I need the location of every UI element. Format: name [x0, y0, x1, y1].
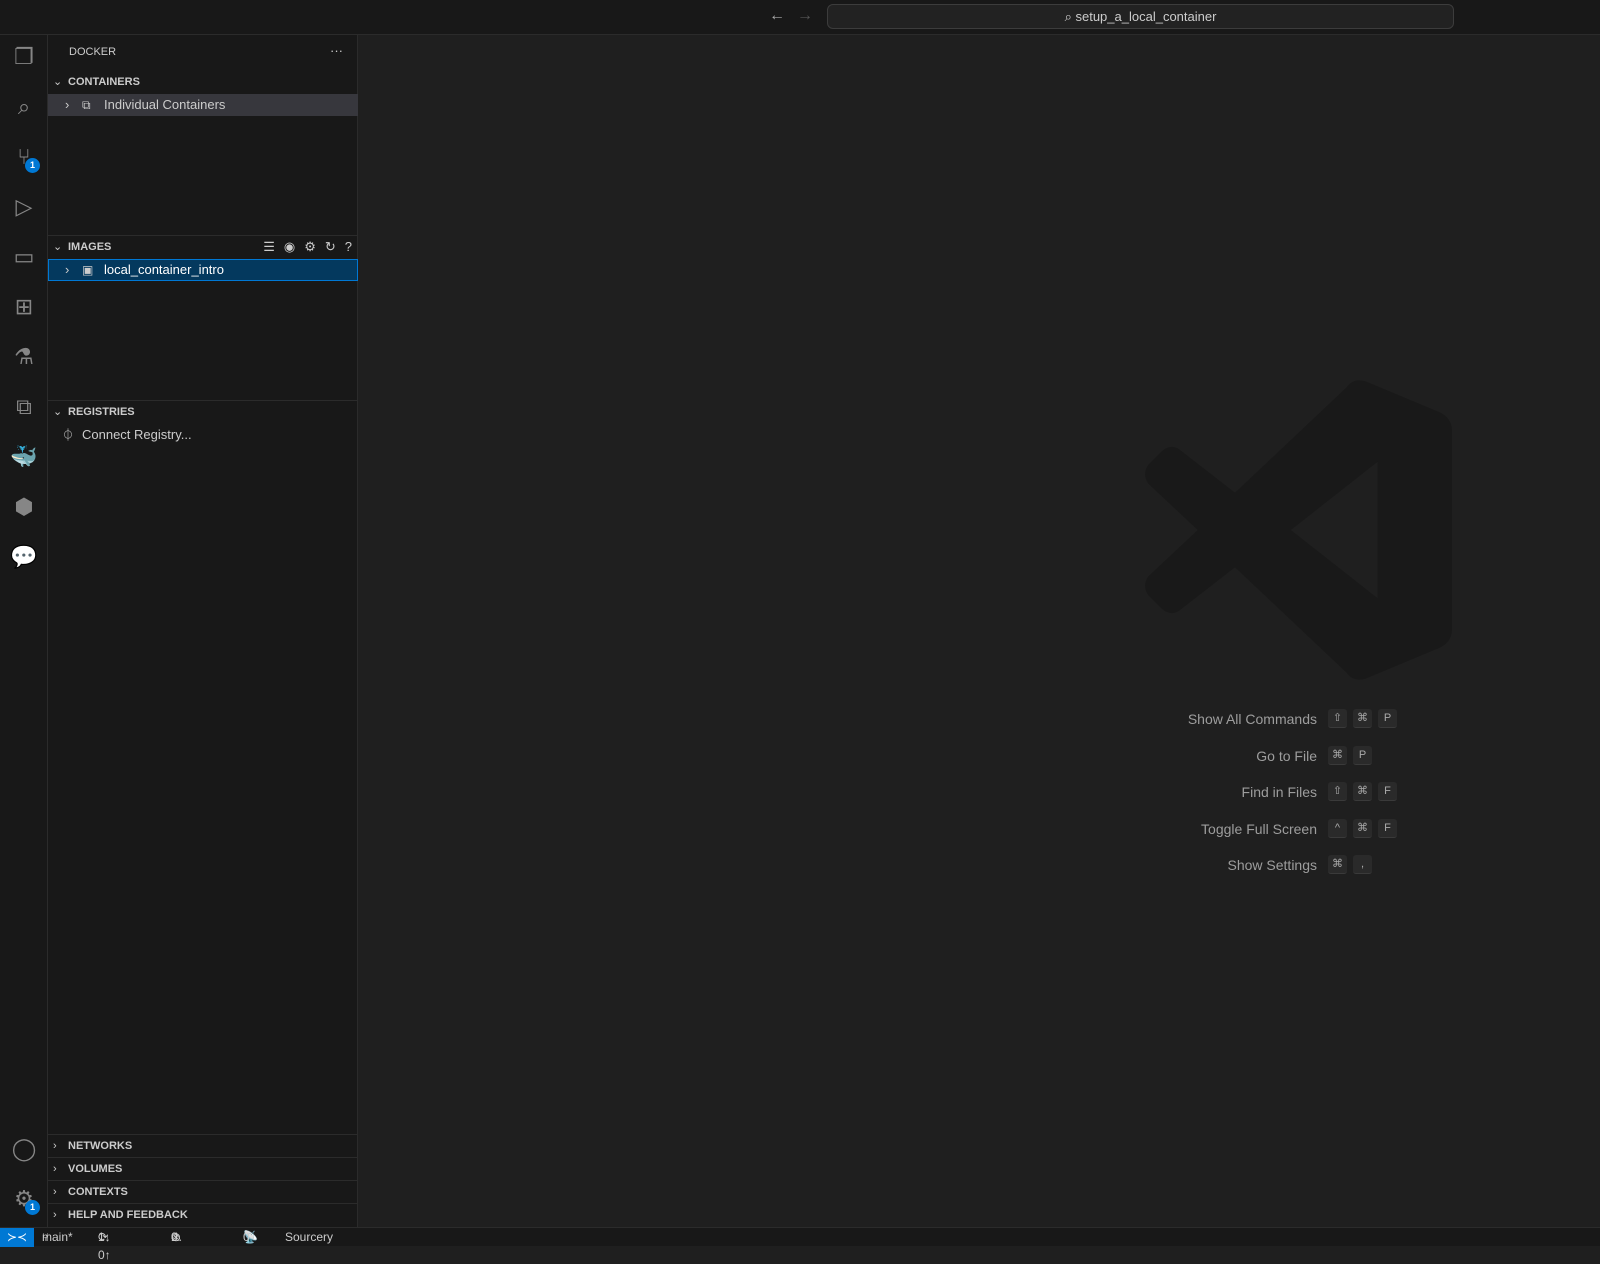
vscode-logo-watermark — [1145, 380, 1452, 680]
search-label: setup_a_local_container — [1075, 9, 1217, 24]
chevron-down-icon: ⌄ — [53, 241, 63, 253]
keybinding: ⇧ ⌘ F — [1328, 782, 1397, 801]
networks-section-header[interactable]: › NETWORKS — [48, 1134, 358, 1156]
remote-indicator-icon[interactable]: ≻≺ — [0, 1228, 34, 1247]
welcome-command[interactable]: Show Settings ⌘, — [359, 854, 1600, 876]
search-icon: ⌕ — [1064, 9, 1076, 24]
more-actions-button[interactable]: ··· — [330, 43, 343, 58]
containers-section-header[interactable]: ⌄ CONTAINERS — [48, 71, 358, 93]
section-label: IMAGES — [68, 241, 112, 253]
section-label: REGISTRIES — [68, 406, 135, 418]
docker-icon[interactable]: 🐳 — [10, 443, 38, 471]
hexagon-icon[interactable]: ⬢ — [10, 493, 38, 521]
chevron-right-icon: › — [53, 1163, 57, 1175]
sync-counts: 1↓ 0↑ — [98, 1230, 111, 1262]
back-button[interactable]: ← — [769, 7, 785, 25]
command-label: Show Settings — [1227, 857, 1318, 873]
key-cap: P — [1353, 745, 1372, 765]
command-label: Go to File — [1256, 747, 1317, 764]
plug-icon: ⏀ — [62, 428, 75, 442]
section-label: VOLUMES — [68, 1163, 123, 1175]
welcome-command[interactable]: Toggle Full Screen ^ ⌘ F — [359, 818, 1600, 840]
welcome-command[interactable]: Find in Files ⇧ ⌘ F — [359, 781, 1600, 803]
key-cap: ⌘ — [1353, 818, 1372, 838]
keybinding: ⌘, — [1328, 855, 1372, 874]
key-cap: , — [1353, 855, 1372, 874]
extensions-icon[interactable]: ⊞ — [10, 293, 38, 321]
welcome-command[interactable]: Go to File ⌘ P — [359, 745, 1600, 767]
chat-icon[interactable]: 💬 — [10, 543, 38, 571]
refresh-icon[interactable]: ↻ — [325, 236, 336, 258]
account-icon[interactable]: ◯ — [10, 1135, 38, 1163]
chevron-right-icon: › — [65, 97, 70, 112]
settings-badge: 1 — [25, 1200, 40, 1215]
command-center-search[interactable]: ⌕ setup_a_local_container — [827, 4, 1454, 29]
sidebar-title: DOCKER — [69, 46, 117, 58]
docker-sidebar: DOCKER ··· ⌄ CONTAINERS › ⧉ Individual Cont… — [48, 35, 358, 1227]
key-cap: F — [1378, 818, 1397, 838]
key-cap: ⌘ — [1353, 782, 1372, 801]
welcome-command[interactable]: Show All Commands ⇧ ⌘ P — [359, 708, 1600, 730]
command-label: Show All Commands — [1187, 711, 1317, 727]
warning-count: 0 — [171, 1230, 178, 1244]
connections-icon[interactable]: ⧉ — [10, 393, 38, 421]
branch-name: main* — [42, 1230, 73, 1244]
eye-icon[interactable]: ◉ — [284, 236, 295, 258]
chevron-down-icon: ⌄ — [53, 76, 63, 88]
help-icon[interactable]: ? — [345, 236, 352, 258]
search-icon[interactable]: ⌕ — [10, 93, 38, 121]
chevron-down-icon: ⌄ — [53, 406, 63, 418]
tree-item-individual-containers[interactable]: › ⧉ Individual Containers — [48, 94, 358, 116]
remote-explorer-icon[interactable]: ▭ — [10, 243, 38, 271]
chevron-right-icon: › — [53, 1140, 57, 1152]
clear-list-icon[interactable]: ☰ — [263, 236, 275, 258]
sourcery-status[interactable]: Sourcery — [285, 1228, 333, 1246]
item-label: Connect Registry... — [82, 427, 192, 442]
settings-gear-icon[interactable]: ⚙ 1 — [10, 1185, 40, 1215]
command-label: Find in Files — [1241, 784, 1317, 800]
scm-badge: 1 — [25, 158, 40, 173]
section-label: NETWORKS — [68, 1140, 133, 1152]
section-label: CONTEXTS — [68, 1186, 128, 1198]
key-cap: F — [1378, 782, 1397, 801]
item-label: local_container_intro — [104, 262, 224, 277]
command-label: Toggle Full Screen — [1201, 820, 1317, 837]
key-cap: ⌘ — [1353, 709, 1372, 728]
key-cap: ⌘ — [1328, 855, 1347, 874]
editor-welcome-area: Show All Commands ⇧ ⌘ P Go to File ⌘ P Find in … — [359, 35, 1600, 1227]
keybinding: ⌘ P — [1328, 745, 1372, 765]
contexts-section-header[interactable]: › CONTEXTS — [48, 1180, 358, 1202]
key-cap: ⇧ — [1328, 709, 1347, 728]
keybinding: ⇧ ⌘ P — [1328, 709, 1397, 728]
registries-section-header[interactable]: ⌄ REGISTRIES — [48, 400, 358, 422]
section-label: HELP AND FEEDBACK — [68, 1209, 188, 1221]
section-label: CONTAINERS — [68, 76, 140, 88]
connect-registry-item[interactable]: ⏀ Connect Registry... — [48, 424, 358, 446]
volumes-section-header[interactable]: › VOLUMES — [48, 1157, 358, 1179]
ports-count: 0 — [243, 1230, 250, 1244]
source-control-icon[interactable]: ⑂ 1 — [10, 143, 40, 173]
settings-icon[interactable]: ⚙ — [304, 236, 316, 258]
images-section-header[interactable]: ⌄ IMAGES ☰ ◉ ⚙ ↻? — [48, 235, 358, 257]
item-label: Individual Containers — [104, 97, 226, 112]
key-cap: P — [1378, 709, 1397, 728]
forward-button[interactable]: → — [797, 7, 813, 25]
explorer-icon[interactable]: ❐ — [10, 43, 38, 71]
tree-item-local-container-intro[interactable]: › ▣ local_container_intro — [48, 259, 358, 281]
chevron-right-icon: › — [53, 1186, 57, 1198]
key-cap: ⇧ — [1328, 782, 1347, 801]
keybinding: ^ ⌘ F — [1328, 818, 1397, 838]
key-cap: ⌘ — [1328, 745, 1347, 765]
run-debug-icon[interactable]: ▷ — [10, 193, 38, 221]
chevron-right-icon: › — [65, 262, 70, 277]
containers-icon: ⧉ — [82, 98, 91, 112]
testing-icon[interactable]: ⚗ — [10, 343, 38, 371]
image-icon: ▣ — [82, 263, 94, 277]
chevron-right-icon: › — [53, 1209, 57, 1221]
status-bar: ≻≺ ⑂ main* ⟳ 1↓ 0↑ ⊗ 0 ⚠ 0 📡 0 Sourcery — [0, 1227, 1600, 1262]
title-bar: ← → ⌕ setup_a_local_container — [0, 0, 1600, 35]
help-feedback-section-header[interactable]: › HELP AND FEEDBACK — [48, 1203, 358, 1225]
key-cap: ^ — [1328, 818, 1347, 838]
activity-bar: ❐ ⌕ ⑂ 1 ▷ ▭ ⊞ ⚗ ⧉ 🐳 ⬢ 💬 ◯ ⚙ 1 — [0, 35, 48, 1227]
